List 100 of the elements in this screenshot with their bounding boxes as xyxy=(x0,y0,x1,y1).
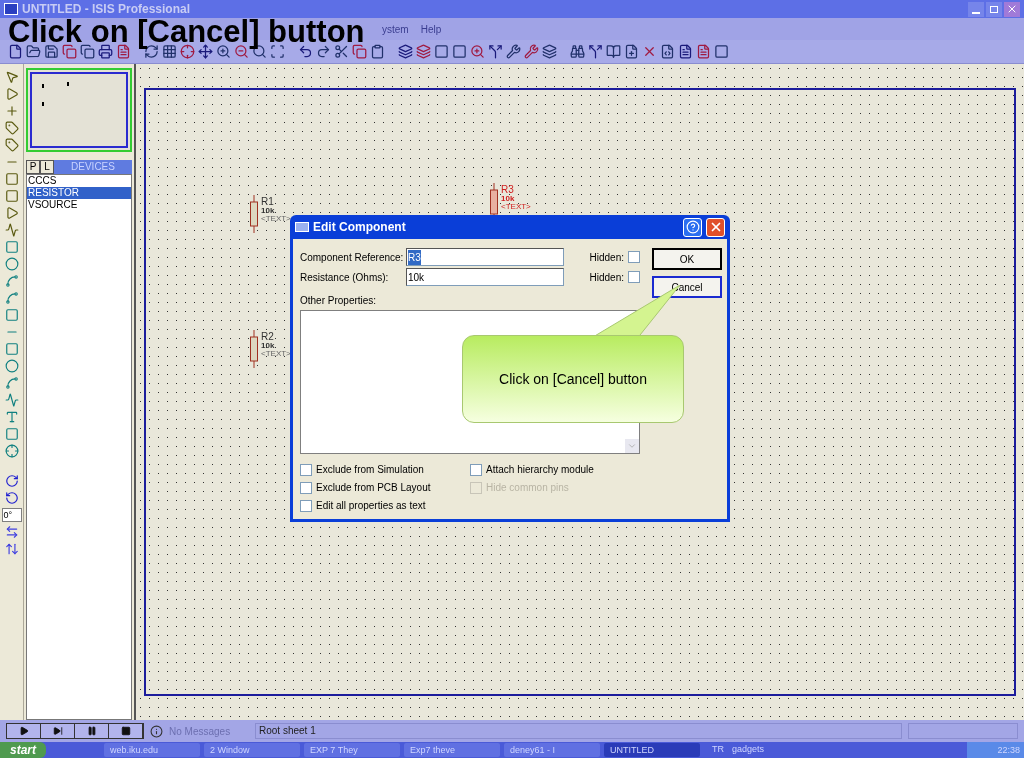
tool-icon[interactable] xyxy=(4,427,19,441)
toolbar-icon[interactable] xyxy=(542,44,557,59)
tool-icon[interactable] xyxy=(4,342,19,356)
option-label: Edit all properties as text xyxy=(316,499,426,513)
toolbar-icon[interactable] xyxy=(506,44,521,59)
close-icon[interactable] xyxy=(1004,1,1020,17)
tool-icon[interactable] xyxy=(4,104,19,118)
simulation-button[interactable] xyxy=(7,724,41,738)
rotate-anticlockwise-icon[interactable] xyxy=(4,491,19,505)
option-checkbox[interactable] xyxy=(300,481,312,494)
menu-item[interactable]: ystem xyxy=(382,21,409,37)
toolbar-icon[interactable] xyxy=(660,44,675,59)
tool-icon[interactable] xyxy=(4,359,19,373)
dialog-button[interactable]: Cancel xyxy=(652,276,722,298)
option-checkbox[interactable] xyxy=(300,499,312,512)
restore-icon[interactable] xyxy=(986,1,1002,17)
toolbar-icon[interactable] xyxy=(570,44,585,59)
tool-icon[interactable] xyxy=(4,121,19,135)
simulation-button[interactable] xyxy=(75,724,109,738)
field-value: 10k xyxy=(408,270,425,285)
tool-icon[interactable] xyxy=(4,87,19,101)
tool-icon[interactable] xyxy=(4,393,19,407)
close-icon[interactable] xyxy=(706,217,725,237)
component-text: <TEXT> xyxy=(261,215,291,223)
menu-item[interactable]: Help xyxy=(420,21,442,37)
toolbar-icon[interactable] xyxy=(98,44,113,59)
toolbar-icon[interactable] xyxy=(606,44,621,59)
field-label: Resistance (Ohms): xyxy=(300,270,390,285)
text-field[interactable]: R3 xyxy=(406,248,564,266)
component-text: <TEXT> xyxy=(261,350,291,358)
help-icon[interactable] xyxy=(683,217,702,237)
taskbar-button[interactable]: deney61 - I xyxy=(504,743,600,757)
component-reference: R1 xyxy=(261,197,275,207)
toolbar-icon[interactable] xyxy=(26,44,41,59)
toolbar-icon[interactable] xyxy=(624,44,639,59)
tool-icon[interactable] xyxy=(4,189,19,203)
hidden-checkbox[interactable] xyxy=(628,251,640,263)
resistor-symbol[interactable] xyxy=(250,330,258,368)
gadgets-button[interactable]: gadgets xyxy=(732,743,765,757)
device-item[interactable]: VSOURCE xyxy=(27,199,131,211)
option-label: Attach hierarchy module xyxy=(486,463,594,477)
dialog-button[interactable]: OK xyxy=(652,248,722,270)
rotate-clockwise-icon[interactable] xyxy=(4,474,19,488)
toolbar-icon[interactable] xyxy=(678,44,693,59)
taskbar-button[interactable]: EXP 7 They xyxy=(304,743,400,757)
tool-icon[interactable] xyxy=(4,291,19,305)
step-icon xyxy=(52,726,63,736)
component-reference: R3 xyxy=(501,185,515,195)
taskbar-button[interactable]: web.iku.edu xyxy=(104,743,200,757)
component-value: 10k xyxy=(501,195,516,203)
selector-tab[interactable]: L xyxy=(40,160,54,174)
start-button[interactable]: start xyxy=(0,742,46,758)
option-checkbox[interactable] xyxy=(470,463,482,476)
device-item[interactable]: CCCS xyxy=(27,175,131,187)
component-value: 10k xyxy=(261,207,276,215)
rotation-field[interactable]: 0° xyxy=(1,508,22,522)
play-icon xyxy=(18,726,29,736)
tool-icon[interactable] xyxy=(4,308,19,322)
tool-icon[interactable] xyxy=(4,223,19,237)
toolbar-icon[interactable] xyxy=(588,44,603,59)
toolbar-icon[interactable] xyxy=(370,44,385,59)
tool-icon[interactable] xyxy=(4,138,19,152)
resistor-symbol[interactable] xyxy=(250,195,258,233)
tool-icon[interactable] xyxy=(4,257,19,271)
hidden-checkbox[interactable] xyxy=(628,271,640,283)
text-field[interactable]: 10k xyxy=(406,268,564,286)
tool-icon[interactable] xyxy=(4,70,19,84)
toolbar-icon[interactable] xyxy=(44,44,59,59)
tool-icon[interactable] xyxy=(4,410,19,424)
option-label: Exclude from PCB Layout xyxy=(316,481,431,495)
dialog-title: Edit Component xyxy=(313,219,406,236)
toolbar-icon[interactable] xyxy=(488,44,503,59)
callout-text: Click on [Cancel] button xyxy=(499,369,647,389)
taskbar-button[interactable]: 2 Window xyxy=(204,743,300,757)
tool-icon[interactable] xyxy=(4,274,19,288)
taskbar-button[interactable]: Exp7 theve xyxy=(404,743,500,757)
toolbar-icon[interactable] xyxy=(316,44,331,59)
mirror-vertical-icon[interactable] xyxy=(4,542,19,556)
toolbar-icon[interactable] xyxy=(398,44,413,59)
toolbar-icon[interactable] xyxy=(8,44,23,59)
component-text: <TEXT> xyxy=(501,203,531,211)
language-indicator[interactable]: TR xyxy=(712,743,724,757)
toolbar-icon[interactable] xyxy=(334,44,349,59)
toolbar-icon[interactable] xyxy=(80,44,95,59)
tool-icon[interactable] xyxy=(4,240,19,254)
app-icon xyxy=(4,3,18,15)
tool-icon[interactable] xyxy=(4,444,19,458)
mirror-horizontal-icon[interactable] xyxy=(4,525,19,539)
device-item[interactable]: RESISTOR xyxy=(27,187,131,199)
pause-icon xyxy=(86,726,97,736)
minimize-icon[interactable] xyxy=(968,1,984,17)
tool-icon[interactable] xyxy=(4,172,19,186)
tool-icon[interactable] xyxy=(4,206,19,220)
simulation-button[interactable] xyxy=(109,724,143,738)
selector-tab[interactable]: P xyxy=(26,160,40,174)
toolbar-icon[interactable] xyxy=(298,44,313,59)
simulation-button[interactable] xyxy=(41,724,75,738)
option-checkbox[interactable] xyxy=(300,463,312,476)
taskbar-button[interactable]: UNTITLED xyxy=(604,743,700,757)
tool-icon[interactable] xyxy=(4,376,19,390)
